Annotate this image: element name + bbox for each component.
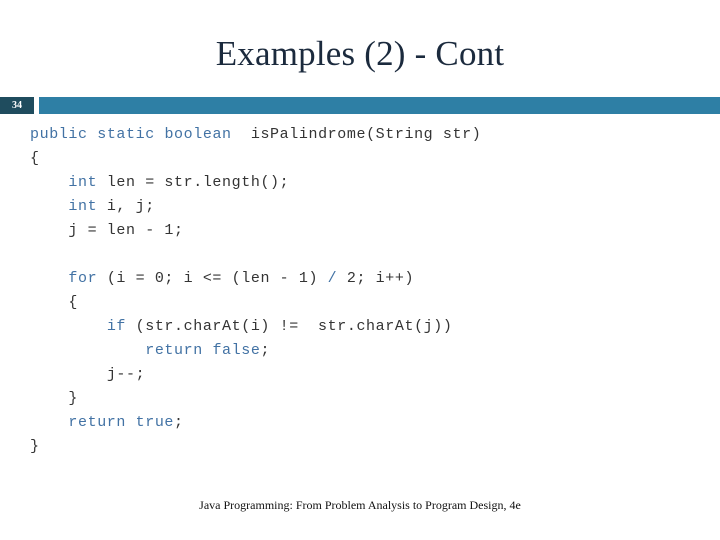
- code-text: 2; i++): [337, 270, 415, 287]
- code-line: {: [30, 147, 690, 171]
- code-keyword: false: [212, 342, 261, 359]
- code-keyword: true: [135, 414, 175, 431]
- code-line: if (str.charAt(i) != str.charAt(j)): [30, 315, 690, 339]
- code-line: for (i = 0; i <= (len - 1) / 2; i++): [30, 267, 690, 291]
- code-line: return false;: [30, 339, 690, 363]
- code-keyword: int: [68, 198, 98, 215]
- code-text: }: [30, 438, 40, 455]
- code-text: i, j;: [97, 198, 155, 215]
- slide-footer-text: Java Programming: From Problem Analysis …: [199, 498, 521, 512]
- code-text: isPalindrome(String str): [231, 126, 482, 143]
- code-line: }: [30, 387, 690, 411]
- code-line: j = len - 1;: [30, 219, 690, 243]
- page-number-badge: 34: [0, 97, 34, 114]
- code-text: ;: [260, 342, 271, 359]
- code-text: }: [68, 390, 79, 407]
- code-keyword: static: [97, 126, 155, 143]
- code-text: len = str.length();: [97, 174, 290, 191]
- code-text: (str.charAt(i) !=: [126, 318, 309, 335]
- code-text: ;: [174, 414, 184, 431]
- code-line: }: [30, 435, 690, 459]
- code-line: j--;: [30, 363, 690, 387]
- code-keyword: boolean: [164, 126, 232, 143]
- accent-bar: [39, 97, 720, 114]
- page-title: Examples (2) - Cont: [215, 34, 505, 73]
- code-keyword: if: [106, 318, 127, 335]
- code-keyword: int: [68, 174, 98, 191]
- code-text: j = len - 1;: [68, 222, 184, 239]
- code-line: {: [30, 291, 690, 315]
- code-line: public static boolean isPalindrome(Strin…: [30, 123, 690, 147]
- code-text: j--;: [106, 366, 146, 383]
- code-line: int i, j;: [30, 195, 690, 219]
- code-block: public static boolean isPalindrome(Strin…: [30, 123, 690, 459]
- code-line: return true;: [30, 411, 690, 435]
- code-text: {: [68, 294, 79, 311]
- code-keyword: for: [68, 270, 98, 287]
- code-keyword: /: [327, 270, 338, 287]
- code-text: {: [30, 150, 40, 167]
- code-keyword: public: [30, 126, 88, 143]
- code-line: int len = str.length();: [30, 171, 690, 195]
- code-keyword: return: [145, 342, 203, 359]
- code-text: str.charAt(j)): [308, 318, 453, 335]
- code-text: (i = 0; i <= (len - 1): [97, 270, 328, 287]
- slide-accent-bar-row: 34: [0, 97, 720, 114]
- code-keyword: return: [68, 414, 127, 431]
